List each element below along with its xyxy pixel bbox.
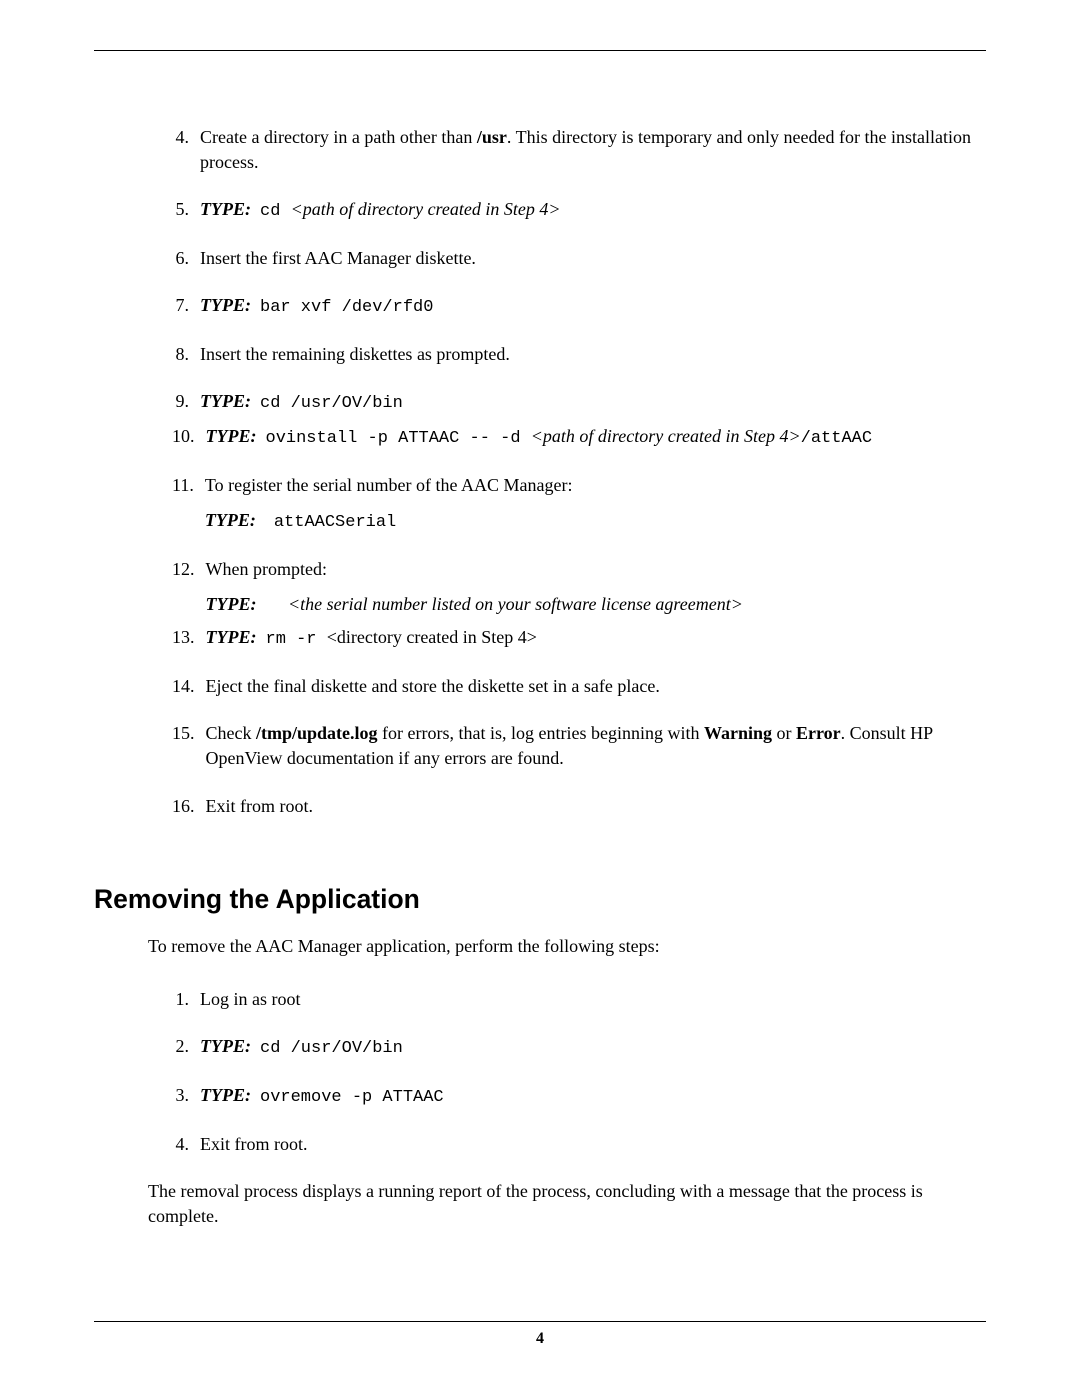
remove-steps: 1. Log in as root 2. TYPE: cd /usr/OV/bi… (172, 987, 986, 1157)
step-number: 9. (172, 389, 200, 416)
command: cd (260, 202, 291, 221)
type-label: TYPE: (206, 627, 257, 647)
sub-command: TYPE: <the serial number listed on your … (206, 592, 987, 617)
step-8: 8. Insert the remaining diskettes as pro… (172, 342, 986, 367)
step-10: 10. TYPE: ovinstall -p ATTAAC -- -d <pat… (172, 424, 986, 451)
remove-step-3: 3. TYPE: ovremove -p ATTAAC (172, 1083, 986, 1110)
remove-step-1: 1. Log in as root (172, 987, 986, 1012)
step-text: When prompted: (206, 557, 987, 582)
step-text: To register the serial number of the AAC… (205, 473, 986, 498)
type-label: TYPE: (200, 1036, 251, 1056)
step-number: 4. (172, 125, 200, 175)
step-text: Eject the final diskette and store the d… (206, 674, 987, 699)
step-14: 14. Eject the final diskette and store t… (172, 674, 986, 699)
step-number: 11. (172, 473, 205, 535)
type-label: TYPE: (200, 295, 251, 315)
step-11: 11. To register the serial number of the… (172, 473, 986, 535)
step-9: 9. TYPE: cd /usr/OV/bin (172, 389, 986, 416)
section-heading: Removing the Application (94, 881, 986, 918)
error-word: Error (796, 723, 841, 743)
step-text: TYPE: rm -r <directory created in Step 4… (206, 625, 987, 652)
step-text: Log in as root (200, 987, 986, 1012)
step-text: TYPE: cd /usr/OV/bin (200, 1034, 986, 1061)
install-steps: 4. Create a directory in a path other th… (172, 125, 986, 819)
command: /attAAC (801, 429, 872, 448)
step-text: TYPE: cd /usr/OV/bin (200, 389, 986, 416)
type-label: TYPE: (200, 391, 251, 411)
type-label: TYPE: (200, 1085, 251, 1105)
command: ovinstall -p ATTAAC -- -d (266, 429, 531, 448)
type-label: TYPE: (200, 199, 251, 219)
step-16: 16. Exit from root. (172, 794, 986, 819)
usr-path: /usr (477, 127, 507, 147)
closing-text: The removal process displays a running r… (148, 1179, 986, 1229)
top-rule (94, 50, 986, 51)
arg: <the serial number listed on your softwa… (288, 594, 743, 614)
step-text: TYPE: ovinstall -p ATTAAC -- -d <path of… (206, 424, 987, 451)
type-label: TYPE: (205, 510, 256, 530)
step-5: 5. TYPE: cd <path of directory created i… (172, 197, 986, 224)
command: cd /usr/OV/bin (260, 1039, 403, 1058)
remove-step-4: 4. Exit from root. (172, 1132, 986, 1157)
step-number: 4. (172, 1132, 200, 1157)
step-7: 7. TYPE: bar xvf /dev/rfd0 (172, 293, 986, 320)
step-number: 1. (172, 987, 200, 1012)
step-number: 14. (172, 674, 206, 699)
type-label: TYPE: (206, 426, 257, 446)
command: cd /usr/OV/bin (260, 394, 403, 413)
warning-word: Warning (704, 723, 772, 743)
step-number: 10. (172, 424, 206, 451)
step-number: 2. (172, 1034, 200, 1061)
step-number: 8. (172, 342, 200, 367)
command: ovremove -p ATTAAC (260, 1088, 444, 1107)
step-text: TYPE: bar xvf /dev/rfd0 (200, 293, 986, 320)
step-number: 7. (172, 293, 200, 320)
step-number: 16. (172, 794, 206, 819)
step-number: 5. (172, 197, 200, 224)
plain-arg: <directory created in Step 4> (327, 627, 537, 647)
step-text: Insert the remaining diskettes as prompt… (200, 342, 986, 367)
step-6: 6. Insert the first AAC Manager diskette… (172, 246, 986, 271)
step-number: 3. (172, 1083, 200, 1110)
command: bar xvf /dev/rfd0 (260, 298, 433, 317)
command: rm -r (266, 630, 327, 649)
page-number: 4 (536, 1330, 544, 1347)
type-label: TYPE: (206, 594, 257, 614)
step-text: TYPE: cd <path of directory created in S… (200, 197, 986, 224)
step-text: TYPE: ovremove -p ATTAAC (200, 1083, 986, 1110)
section-intro: To remove the AAC Manager application, p… (148, 934, 986, 959)
step-number: 6. (172, 246, 200, 271)
remove-step-2: 2. TYPE: cd /usr/OV/bin (172, 1034, 986, 1061)
arg: <path of directory created in Step 4> (291, 199, 561, 219)
step-text: Exit from root. (200, 1132, 986, 1157)
sub-command: TYPE: attAACSerial (205, 508, 986, 535)
step-15: 15. Check /tmp/update.log for errors, th… (172, 721, 986, 771)
step-13: 13. TYPE: rm -r <directory created in St… (172, 625, 986, 652)
footer: 4 (94, 1321, 986, 1350)
step-4: 4. Create a directory in a path other th… (172, 125, 986, 175)
step-text: Check /tmp/update.log for errors, that i… (206, 721, 987, 771)
arg: <path of directory created in Step 4> (531, 426, 801, 446)
command: attAACSerial (274, 513, 396, 532)
step-number: 15. (172, 721, 206, 771)
log-path: /tmp/update.log (256, 723, 378, 743)
step-number: 12. (172, 557, 206, 617)
step-text: Exit from root. (206, 794, 987, 819)
step-text: Insert the first AAC Manager diskette. (200, 246, 986, 271)
step-12: 12. When prompted: TYPE: <the serial num… (172, 557, 986, 617)
step-text: Create a directory in a path other than … (200, 125, 986, 175)
step-number: 13. (172, 625, 206, 652)
page-content: 4. Create a directory in a path other th… (0, 0, 1080, 1269)
